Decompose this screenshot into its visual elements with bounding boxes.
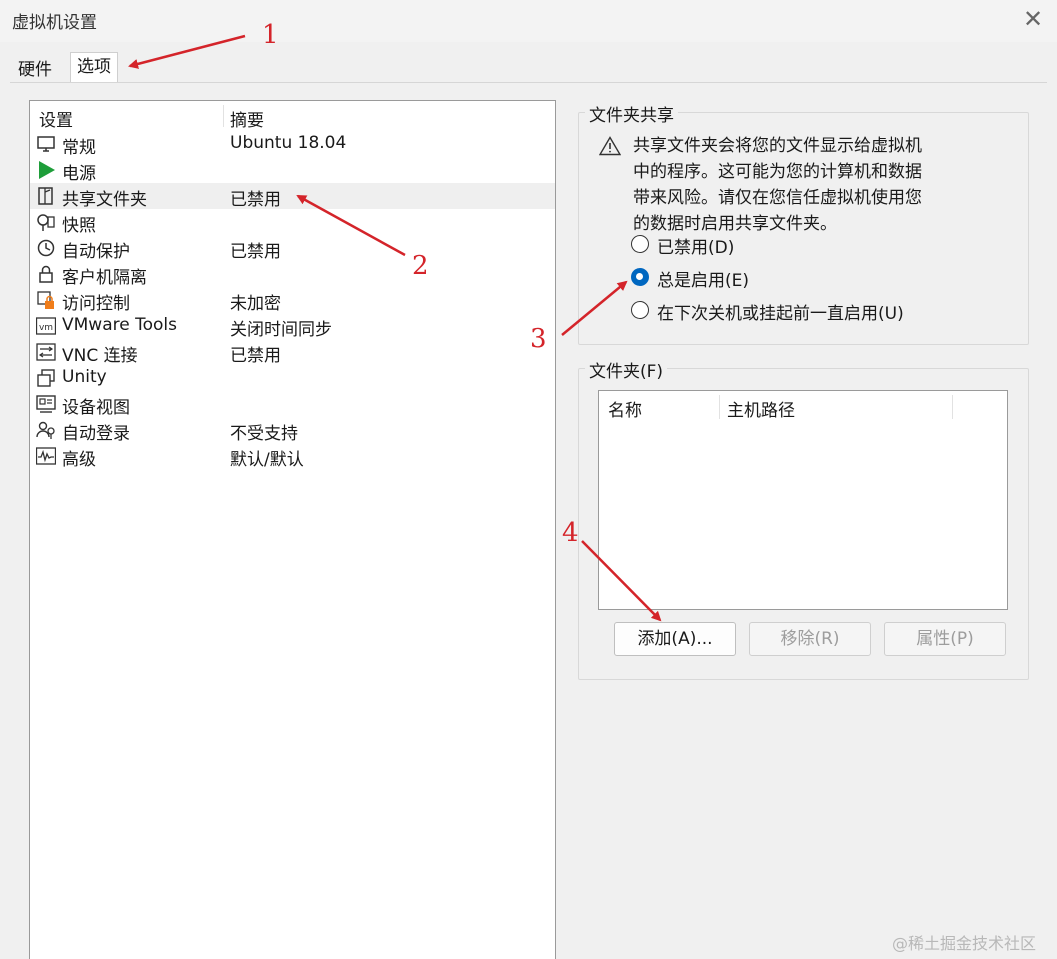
window-title: 虚拟机设置	[12, 13, 97, 33]
settings-row-name: 高级	[62, 450, 96, 470]
radio-button[interactable]	[631, 301, 649, 319]
clock-icon	[37, 239, 55, 257]
radio-label: 在下次关机或挂起前一直启用(U)	[657, 304, 904, 324]
settings-list-header: 设置 摘要	[30, 101, 555, 131]
settings-row-summary: 已禁用	[230, 190, 281, 210]
settings-row-summary: 默认/默认	[230, 450, 304, 470]
warning-icon	[599, 136, 621, 156]
settings-row-power[interactable]: 电源	[30, 157, 555, 184]
settings-row-name: VNC 连接	[62, 346, 138, 366]
device-view-icon	[36, 395, 56, 413]
warning-line: 中的程序。这可能为您的计算机和数据	[633, 162, 922, 182]
column-header-setting[interactable]: 设置	[39, 106, 73, 131]
properties-button[interactable]: 属性(P)	[884, 622, 1006, 656]
monitor-icon	[37, 136, 55, 152]
annotation-number: 1	[262, 20, 279, 50]
settings-row-name: Unity	[62, 367, 107, 387]
settings-row-name: 访问控制	[62, 294, 130, 314]
settings-row-summary: 已禁用	[230, 346, 281, 366]
advanced-icon	[36, 447, 56, 465]
settings-row-name: 自动登录	[62, 424, 130, 444]
folder-sharing-group: 文件夹共享 共享文件夹会将您的文件显示给虚拟机 中的程序。这可能为您的计算机和数…	[578, 101, 1029, 345]
warning-line: 带来风险。请仅在您信任虚拟机使用您	[633, 188, 922, 208]
settings-row-summary: 关闭时间同步	[230, 320, 332, 340]
settings-row-isolation[interactable]: 客户机隔离	[30, 261, 555, 288]
settings-row-name: 自动保护	[62, 242, 130, 262]
settings-row-advanced[interactable]: 高级 默认/默认	[30, 443, 555, 470]
settings-row-autoprotect[interactable]: 自动保护 已禁用	[30, 235, 555, 262]
settings-row-vmware-tools[interactable]: vm VMware Tools 关闭时间同步	[30, 313, 555, 340]
settings-row-summary: 已禁用	[230, 242, 281, 262]
settings-row-name: VMware Tools	[62, 315, 177, 335]
lock-icon	[39, 265, 53, 283]
add-button[interactable]: 添加(A)...	[614, 622, 736, 656]
vnc-icon	[36, 343, 56, 361]
settings-row-name: 快照	[62, 216, 96, 236]
users-icon	[36, 421, 55, 439]
radio-label: 总是启用(E)	[657, 271, 750, 291]
settings-row-summary: 未加密	[230, 294, 281, 314]
annotation-number: 2	[412, 251, 429, 281]
settings-row-name: 常规	[62, 138, 96, 158]
settings-row-shared-folders[interactable]: 共享文件夹 已禁用	[30, 183, 555, 210]
access-control-icon	[37, 291, 54, 309]
vm-icon: vm	[36, 317, 56, 335]
annotation-number: 3	[530, 324, 547, 354]
column-divider	[719, 395, 720, 419]
radio-label: 已禁用(D)	[657, 238, 735, 258]
watermark: @稀土掘金技术社区	[892, 934, 1037, 953]
shared-folder-icon	[38, 187, 53, 205]
settings-row-name: 设备视图	[62, 398, 130, 418]
power-play-icon	[39, 161, 55, 179]
folders-table[interactable]: 名称 主机路径	[598, 390, 1008, 610]
tab-hardware[interactable]: 硬件	[12, 56, 58, 84]
settings-row-device-view[interactable]: 设备视图	[30, 391, 555, 418]
close-icon[interactable]: ✕	[1020, 6, 1046, 32]
settings-row-general[interactable]: 常规 Ubuntu 18.04	[30, 131, 555, 158]
column-divider	[223, 105, 224, 127]
settings-row-name: 共享文件夹	[62, 190, 147, 210]
folders-legend: 文件夹(F)	[585, 357, 668, 382]
unity-icon	[37, 369, 55, 387]
title-bar: 虚拟机设置 ✕	[0, 0, 1057, 42]
column-header-name[interactable]: 名称	[608, 396, 642, 421]
settings-row-summary: Ubuntu 18.04	[230, 133, 347, 153]
column-header-summary[interactable]: 摘要	[230, 106, 264, 131]
annotation-number: 4	[562, 518, 579, 548]
settings-row-autologin[interactable]: 自动登录 不受支持	[30, 417, 555, 444]
folder-sharing-legend: 文件夹共享	[585, 101, 678, 126]
remove-button[interactable]: 移除(R)	[749, 622, 871, 656]
radio-button[interactable]	[631, 235, 649, 253]
settings-row-summary: 不受支持	[230, 424, 298, 444]
column-header-host-path[interactable]: 主机路径	[727, 396, 795, 421]
column-divider	[952, 395, 953, 419]
settings-row-snapshot[interactable]: 快照	[30, 209, 555, 236]
settings-row-unity[interactable]: Unity	[30, 365, 555, 391]
settings-row-vnc[interactable]: VNC 连接 已禁用	[30, 339, 555, 366]
settings-row-name: 客户机隔离	[62, 268, 147, 288]
tab-options[interactable]: 选项	[70, 52, 118, 85]
svg-text:vm: vm	[39, 323, 53, 333]
warning-line: 共享文件夹会将您的文件显示给虚拟机	[633, 136, 922, 156]
snapshot-icon	[37, 214, 55, 231]
settings-row-name: 电源	[62, 164, 96, 184]
radio-button[interactable]	[631, 268, 649, 286]
sharing-warning-text: 共享文件夹会将您的文件显示给虚拟机 中的程序。这可能为您的计算机和数据 带来风险…	[633, 133, 953, 237]
settings-row-access-control[interactable]: 访问控制 未加密	[30, 287, 555, 314]
folders-group: 文件夹(F) 名称 主机路径 添加(A)... 移除(R) 属性(P)	[578, 357, 1029, 680]
settings-list: 设置 摘要 常规 Ubuntu 18.04 电源 共享文件夹 已禁用 快照 自动…	[29, 100, 556, 959]
tab-strip: 硬件 选项	[0, 48, 1057, 85]
